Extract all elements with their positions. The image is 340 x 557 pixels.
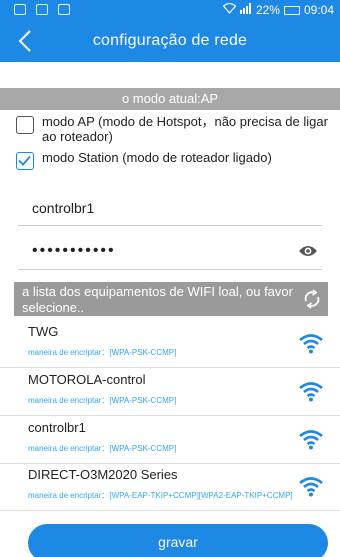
notification-icon <box>58 4 70 15</box>
notification-icon <box>14 4 26 15</box>
clock: 09:04 <box>303 3 334 17</box>
wifi-network-item[interactable]: TWG maneira de encriptar：[WPA-PSK-CCMP] <box>0 322 340 368</box>
wifi-signal-icon <box>298 380 324 402</box>
password-field[interactable]: ••••••••••• <box>18 240 322 270</box>
wifi-signal-icon <box>298 428 324 450</box>
eye-icon <box>299 246 317 256</box>
save-button[interactable]: gravar <box>28 524 328 557</box>
ap-mode-checkbox[interactable] <box>16 116 34 134</box>
refresh-button[interactable] <box>302 289 322 309</box>
wifi-network-item[interactable]: DIRECT-O3M2020 Series maneira de encript… <box>0 465 340 511</box>
ap-mode-label: modo AP (modo de Hotspot，não precisa de … <box>42 114 328 144</box>
wifi-network-name: TWG <box>28 324 59 339</box>
wifi-encryption: maneira de encriptar：[WPA-PSK-CCMP] <box>28 348 177 357</box>
password-value: ••••••••••• <box>32 242 116 259</box>
notification-icons <box>14 4 70 15</box>
wifi-network-name: controlbr1 <box>28 420 86 435</box>
wifi-status-icon <box>222 2 237 17</box>
wifi-list-header-text: a lista dos equipamentos de WIFI loal, o… <box>22 284 293 315</box>
battery-icon <box>283 5 300 15</box>
signal-icon <box>239 3 252 17</box>
ssid-value: controlbr1 <box>32 200 95 216</box>
wifi-network-name: DIRECT-O3M2020 Series <box>28 467 178 482</box>
battery-percent: 22% <box>255 3 280 17</box>
wifi-encryption: maneira de encriptar：[WPA-PSK-CCMP] <box>28 396 177 405</box>
wifi-network-item[interactable]: MOTOROLA-control maneira de encriptar：[W… <box>0 370 340 416</box>
checkmark-icon <box>18 155 31 166</box>
refresh-icon <box>304 289 320 309</box>
show-password-button[interactable] <box>298 244 318 258</box>
ssid-field[interactable]: controlbr1 <box>18 196 322 226</box>
wifi-network-name: MOTOROLA-control <box>28 372 146 387</box>
status-right: 22% 09:04 <box>222 2 334 17</box>
current-mode-label: o modo atual:AP <box>0 88 340 110</box>
wifi-list-header: a lista dos equipamentos de WIFI loal, o… <box>14 282 328 316</box>
app-bar: configuração de rede <box>0 20 340 62</box>
wifi-signal-icon <box>298 332 324 354</box>
wifi-encryption: maneira de encriptar：[WPA-PSK-CCMP] <box>28 444 177 453</box>
wifi-network-item[interactable]: controlbr1 maneira de encriptar：[WPA-PSK… <box>0 418 340 464</box>
wifi-encryption: maneira de encriptar：[WPA-EAP-TKIP+CCMP]… <box>28 491 293 500</box>
wifi-signal-icon <box>298 475 324 497</box>
station-mode-label: modo Station (modo de roteador ligado) <box>42 150 272 165</box>
page-title: configuração de rede <box>92 32 248 49</box>
notification-icon <box>36 4 48 15</box>
station-mode-checkbox[interactable] <box>16 152 34 170</box>
status-bar: 22% 09:04 <box>0 0 340 20</box>
